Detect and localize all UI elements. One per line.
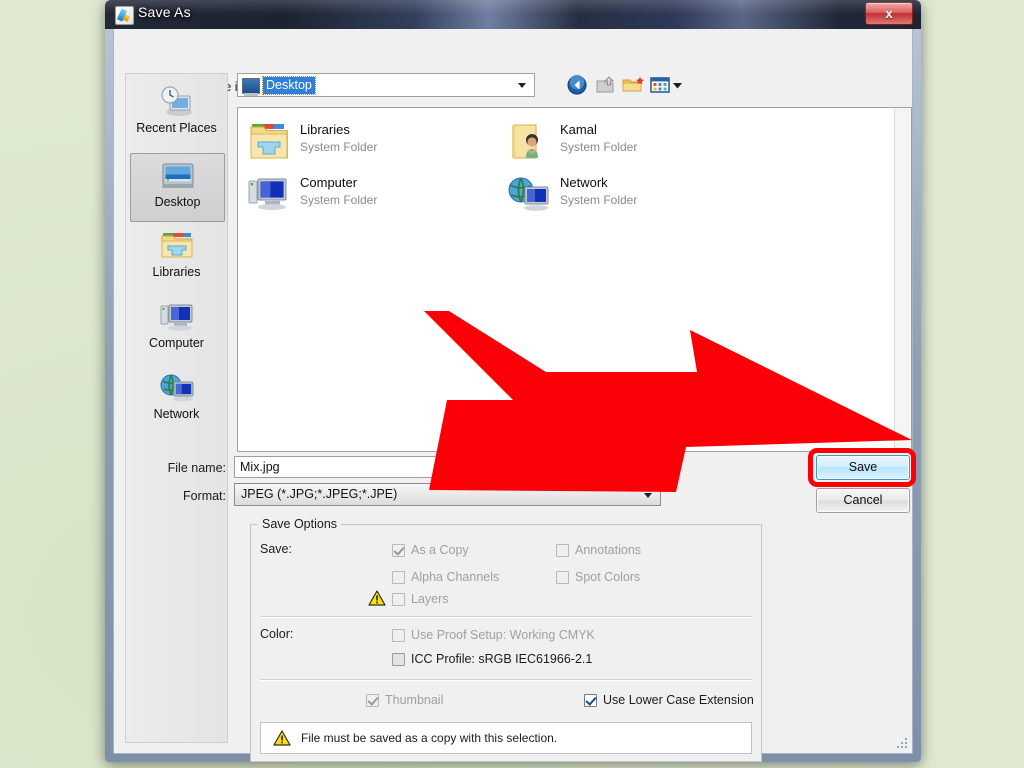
format-label: Format: xyxy=(182,489,226,503)
user-folder-icon xyxy=(506,120,552,164)
save-options-title: Save Options xyxy=(258,517,342,531)
sidebar-item-label: Computer xyxy=(149,336,204,350)
close-icon[interactable]: x xyxy=(865,2,913,25)
sidebar-item-label: Recent Places xyxy=(136,121,217,135)
checkbox-label: Layers xyxy=(411,592,449,606)
checkbox-box[interactable] xyxy=(556,571,569,584)
checkbox-box[interactable] xyxy=(392,544,405,557)
dialog-client-area: Save in: Desktop xyxy=(113,29,916,762)
up-folder-icon[interactable] xyxy=(592,72,618,98)
resize-grip[interactable] xyxy=(897,738,909,750)
new-folder-icon[interactable] xyxy=(620,72,646,98)
checkbox-label: As a Copy xyxy=(411,543,469,557)
warning-icon xyxy=(273,730,291,746)
computer-icon xyxy=(158,300,196,334)
color-section-label: Color: xyxy=(260,627,294,641)
libraries-folder-icon xyxy=(246,120,292,164)
divider xyxy=(260,679,752,681)
checkbox-label: ICC Profile: sRGB IEC61966-2.1 xyxy=(411,652,593,666)
checkbox-label: Use Proof Setup: Working CMYK xyxy=(411,628,595,642)
warning-message-box: File must be saved as a copy with this s… xyxy=(260,722,752,754)
checkbox-box[interactable] xyxy=(392,593,405,606)
cancel-button[interactable]: Cancel xyxy=(816,488,910,513)
list-item[interactable]: Network System Folder xyxy=(506,169,766,229)
file-name: Computer xyxy=(300,175,358,190)
computer-icon xyxy=(246,173,292,217)
save-section-label: Save: xyxy=(260,542,292,556)
file-name: Network xyxy=(560,175,608,190)
sidebar-item-libraries[interactable]: Libraries xyxy=(130,224,223,291)
sidebar-item-label: Libraries xyxy=(152,265,201,279)
photoshop-icon xyxy=(115,6,134,25)
file-type: System Folder xyxy=(560,193,638,207)
file-type: System Folder xyxy=(560,140,638,154)
file-list[interactable]: Libraries System Folder Kamal System Fol… xyxy=(237,107,912,452)
save-button-highlight xyxy=(808,448,916,487)
sidebar-item-desktop[interactable]: Desktop xyxy=(130,153,225,222)
checkbox-box[interactable] xyxy=(584,694,597,707)
file-type: System Folder xyxy=(300,140,378,154)
checkbox-box[interactable] xyxy=(556,544,569,557)
recent-places-icon xyxy=(158,85,196,119)
network-icon xyxy=(158,371,196,405)
list-item[interactable]: Kamal System Folder xyxy=(506,116,766,176)
desktop-icon xyxy=(242,78,260,96)
file-name-input[interactable]: Mix.jpg xyxy=(234,456,639,478)
file-name: Libraries xyxy=(300,122,350,137)
checkbox-label: Thumbnail xyxy=(385,693,444,707)
checkbox-box[interactable] xyxy=(392,629,405,642)
checkbox-label: Annotations xyxy=(575,543,642,557)
sidebar-item-label: Desktop xyxy=(154,195,201,209)
vertical-scrollbar[interactable] xyxy=(894,108,911,451)
save-in-value: Desktop xyxy=(262,76,316,95)
sidebar-item-network[interactable]: Network xyxy=(130,366,223,433)
file-name-label: File name: xyxy=(167,461,226,475)
back-icon[interactable] xyxy=(564,72,590,98)
list-item[interactable]: Libraries System Folder xyxy=(246,116,506,176)
sidebar-item-computer[interactable]: Computer xyxy=(130,295,223,362)
checkbox-box[interactable] xyxy=(366,694,379,707)
list-item[interactable]: Computer System Folder xyxy=(246,169,506,229)
format-value: JPEG (*.JPG;*.JPEG;*.JPE) xyxy=(241,487,398,501)
chevron-down-icon[interactable] xyxy=(518,83,526,88)
desktop-icon xyxy=(159,159,197,193)
checkbox-label: Spot Colors xyxy=(575,570,641,584)
window-title: Save As xyxy=(138,4,191,20)
save-as-dialog: Save As x Save in: Desktop xyxy=(105,0,921,762)
sidebar-item-label: Network xyxy=(153,407,200,421)
chevron-down-icon[interactable] xyxy=(644,493,652,498)
file-name-value: Mix.jpg xyxy=(240,460,280,474)
views-icon[interactable] xyxy=(648,72,686,98)
checkbox-label: Alpha Channels xyxy=(411,570,500,584)
title-bar: Save As x xyxy=(105,0,921,29)
save-in-combobox[interactable]: Desktop xyxy=(237,73,535,97)
file-name: Kamal xyxy=(560,122,597,137)
network-icon xyxy=(506,173,552,217)
sidebar-item-recent-places[interactable]: Recent Places xyxy=(130,80,223,147)
file-type: System Folder xyxy=(300,193,378,207)
checkbox-box[interactable] xyxy=(392,653,405,666)
places-bar: Recent Places Desktop Libraries Computer… xyxy=(125,73,228,743)
divider xyxy=(260,616,752,618)
checkbox-label: Use Lower Case Extension xyxy=(603,693,754,707)
libraries-icon xyxy=(158,229,196,263)
warning-message-text: File must be saved as a copy with this s… xyxy=(301,731,558,745)
format-combobox[interactable]: JPEG (*.JPG;*.JPEG;*.JPE) xyxy=(234,483,661,506)
checkbox-box[interactable] xyxy=(392,571,405,584)
warning-icon xyxy=(368,590,386,606)
